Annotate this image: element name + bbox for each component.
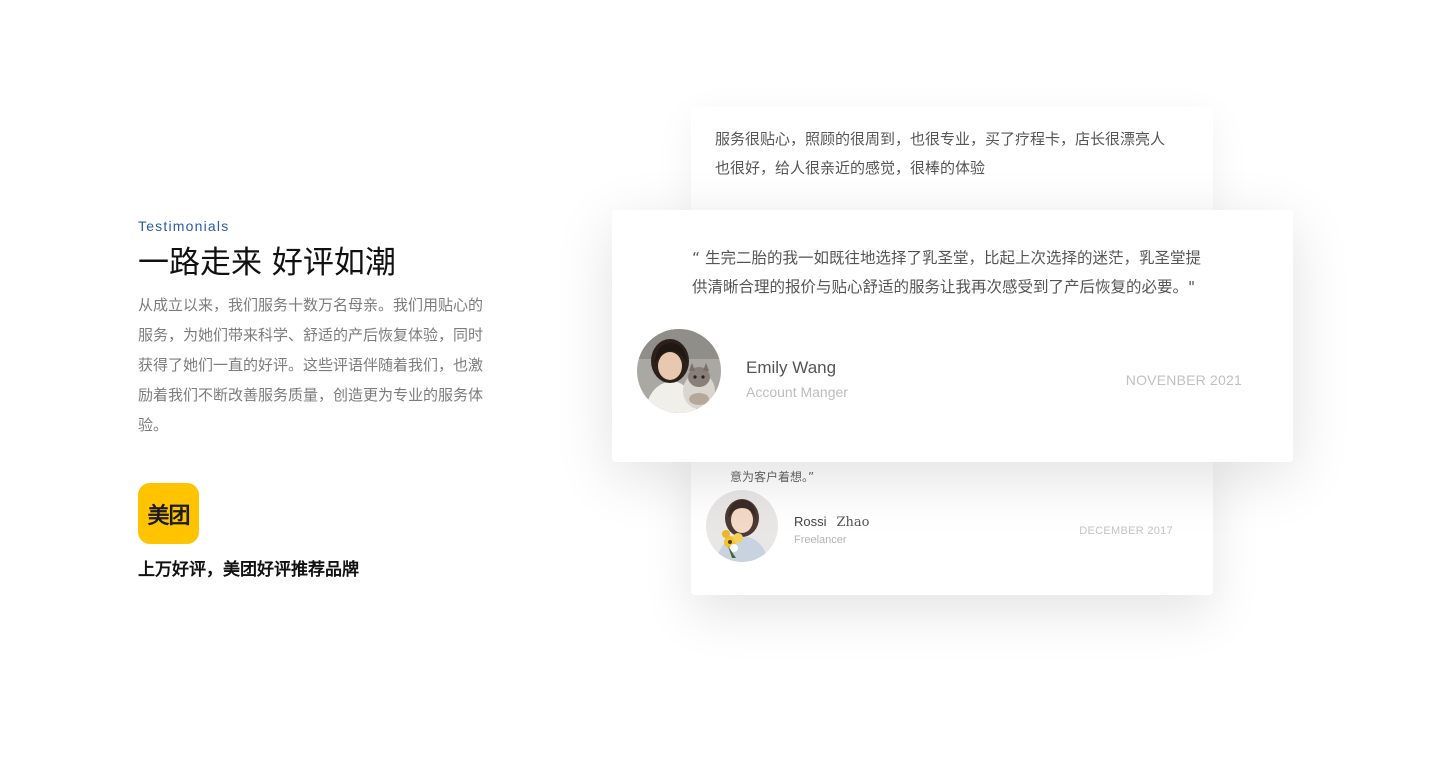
- testimonial-quote: “ 生完二胎的我一如既往地选择了乳圣堂，比起上次选择的迷茫，乳圣堂提供清晰合理的…: [692, 249, 1201, 296]
- meituan-logo: 美团: [138, 483, 199, 544]
- avatar-girl-with-flowers-icon: [706, 490, 778, 562]
- avatar: [706, 490, 778, 562]
- section-kicker: Testimonials: [138, 218, 230, 234]
- avatar: [637, 329, 721, 413]
- brand-caption: 上万好评，美团好评推荐品牌: [138, 560, 359, 580]
- testimonial-card-active: “ 生完二胎的我一如既往地选择了乳圣堂，比起上次选择的迷茫，乳圣堂提供清晰合理的…: [612, 210, 1293, 462]
- reviewer-role: Account Manger: [746, 384, 848, 400]
- section-description: 从成立以来，我们服务十数万名母亲。我们用贴心的服务，为她们带来科学、舒适的产后恢…: [138, 296, 484, 434]
- reviewer-name: Emily Wang: [746, 358, 837, 377]
- meituan-logo-text: 美团: [147, 503, 190, 529]
- section-title: 一路走来 好评如潮: [138, 245, 396, 281]
- reviewer-role: Freelancer: [794, 534, 847, 546]
- testimonials-intro: Testimonials 一路走来 好评如潮 从成立以来，我们服务十数万名母亲。…: [138, 218, 498, 580]
- reviewer-first-name: Rossi: [794, 514, 827, 529]
- testimonial-card-back-bottom: 意为客户着想。” Rossi Zhao Freelancer DECEMBER 2…: [691, 440, 1213, 595]
- review-date: DECEMBER 2017: [1079, 525, 1173, 537]
- testimonial-quote: 服务很贴心，照顾的很周到，也很专业，买了疗程卡，店长很漂亮人也很好，给人很亲近的…: [715, 130, 1166, 177]
- avatar-woman-with-cat-icon: [637, 329, 721, 413]
- testimonial-quote-tail: 意为客户着想。”: [730, 470, 815, 484]
- testimonial-card-back-top: 服务很贴心，照顾的很周到，也很专业，买了疗程卡，店长很漂亮人也很好，给人很亲近的…: [691, 107, 1213, 217]
- reviewer-name: Rossi Zhao: [794, 514, 870, 530]
- review-date: NOVENBER 2021: [1125, 372, 1242, 388]
- reviewer-last-name: Zhao: [836, 515, 870, 530]
